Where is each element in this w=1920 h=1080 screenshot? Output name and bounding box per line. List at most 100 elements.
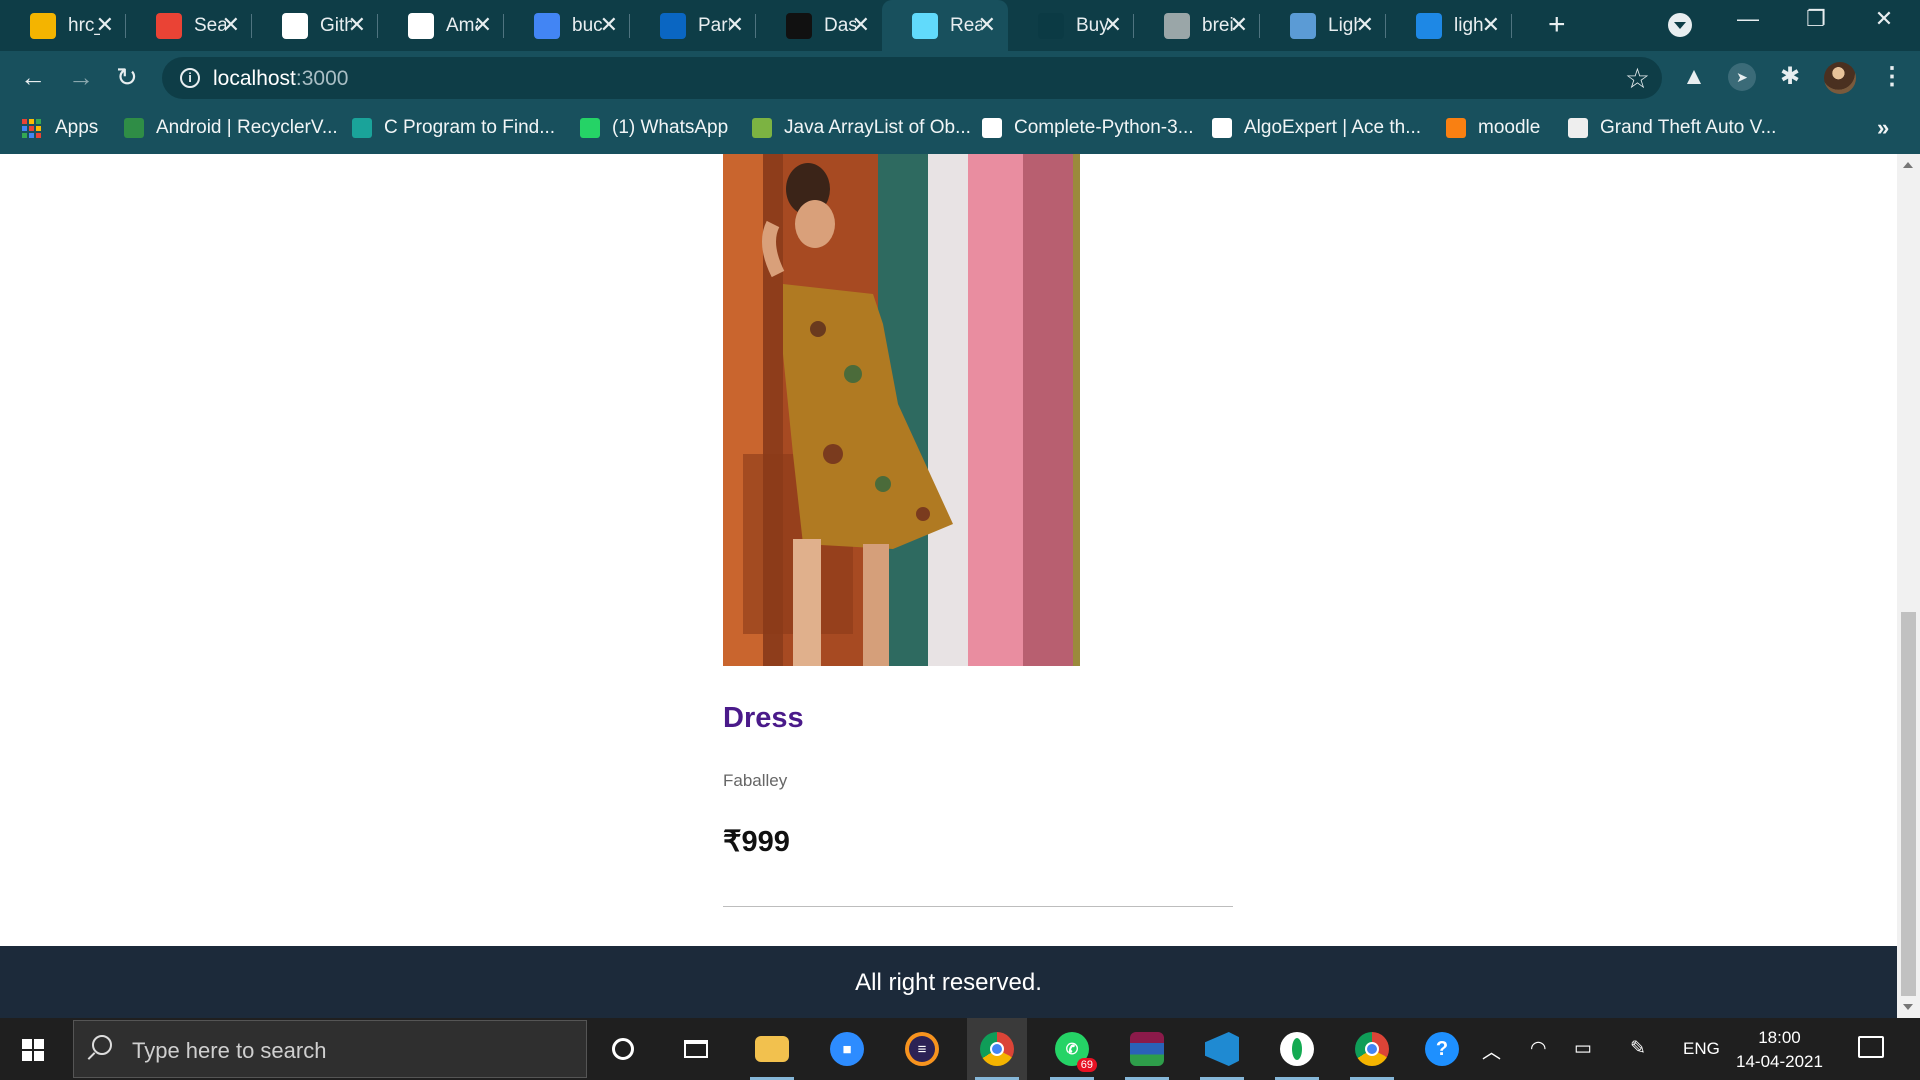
geeks-icon (124, 118, 144, 138)
bookmark-item[interactable]: Java ArrayList of Ob... (752, 117, 971, 139)
battery-icon[interactable]: ▭ (1574, 1037, 1592, 1060)
chrome-taskbar-icon[interactable] (967, 1018, 1027, 1080)
bookmark-item[interactable]: Apps (22, 117, 98, 139)
product-price: ₹999 (723, 826, 790, 858)
site-icon (352, 118, 372, 138)
extension-cursor-icon[interactable]: ➤ (1728, 63, 1756, 91)
bookmark-star-icon[interactable]: ☆ (1625, 62, 1650, 95)
browser-tab[interactable]: Sear✕ (126, 0, 252, 51)
close-tab-icon[interactable]: ✕ (222, 13, 240, 37)
bookmark-item[interactable]: AlgoExpert | Ace th... (1212, 117, 1421, 139)
close-window-button[interactable]: ✕ (1864, 6, 1904, 32)
bookmark-label: Grand Theft Auto V... (1600, 117, 1777, 138)
notification-center-icon[interactable] (1858, 1036, 1884, 1058)
search-placeholder: Type here to search (132, 1038, 327, 1063)
close-tab-icon[interactable]: ✕ (852, 13, 870, 37)
whatsapp-icon (580, 118, 600, 138)
gmail-icon (156, 12, 182, 39)
browser-tab[interactable]: Buy ✕ (1008, 0, 1134, 51)
url-text[interactable]: localhost:3000 (213, 67, 348, 91)
language-indicator[interactable]: ENG (1683, 1039, 1720, 1059)
browser-tab[interactable]: Rea ✕ (882, 0, 1008, 51)
mongodb-compass-icon[interactable] (1267, 1018, 1327, 1080)
apps-grid-icon (22, 118, 41, 138)
close-tab-icon[interactable]: ✕ (1230, 13, 1248, 37)
browser-tab[interactable]: Ama✕ (378, 0, 504, 51)
browser-tab[interactable]: hrc_✕ (0, 0, 126, 51)
extensions-puzzle-icon[interactable]: ✱ (1776, 63, 1804, 91)
task-view-icon[interactable] (666, 1018, 726, 1080)
close-tab-icon[interactable]: ✕ (726, 13, 744, 37)
close-tab-icon[interactable]: ✕ (96, 13, 114, 37)
site-info-icon[interactable]: i (180, 68, 200, 88)
chrome-profile-taskbar-icon[interactable] (1342, 1018, 1402, 1080)
clock-time: 18:00 (1758, 1028, 1801, 1047)
taskbar-search-box[interactable]: Type here to search (73, 1020, 587, 1078)
help-icon[interactable]: ? (1412, 1018, 1472, 1080)
forward-button[interactable]: → (68, 62, 94, 92)
scroll-down-arrow-icon[interactable] (1903, 1004, 1913, 1010)
vscode-icon[interactable] (1192, 1018, 1252, 1080)
windows-start-icon[interactable] (22, 1039, 44, 1061)
close-tab-icon[interactable]: ✕ (1482, 13, 1500, 37)
product-image[interactable] (723, 154, 1080, 666)
reload-button[interactable]: ↻ (116, 62, 138, 92)
bookmark-label: moodle (1478, 117, 1541, 138)
close-tab-icon[interactable]: ✕ (978, 13, 996, 37)
moodle-icon (1446, 118, 1466, 138)
bookmark-label: AlgoExpert | Ace th... (1244, 117, 1422, 138)
search-icon (92, 1035, 112, 1055)
close-tab-icon[interactable]: ✕ (474, 13, 492, 37)
pen-icon[interactable]: ✎ (1630, 1037, 1646, 1060)
show-hidden-icons-chevron-icon[interactable]: ︿ (1482, 1037, 1501, 1064)
browser-tab[interactable]: Das ✕ (756, 0, 882, 51)
bookmark-item[interactable]: C Program to Find... (352, 117, 555, 139)
tab-search-icon[interactable] (1668, 13, 1692, 37)
bookmark-label: C Program to Find... (384, 117, 556, 138)
bookmark-label: Apps (55, 117, 99, 138)
browser-tab[interactable]: Parı ✕ (630, 0, 756, 51)
github-icon (282, 12, 308, 39)
file-explorer-icon[interactable] (742, 1018, 802, 1080)
bookmark-item[interactable]: (1) WhatsApp (580, 117, 728, 139)
extension-mountain-icon[interactable]: ▲ (1680, 63, 1708, 91)
beginnersbook-icon (752, 118, 772, 138)
more-bookmarks-button[interactable]: » (1877, 115, 1889, 141)
browser-tab[interactable]: Gith ✕ (252, 0, 378, 51)
system-clock[interactable]: 18:00 14-04-2021 (1736, 1026, 1823, 1074)
browser-toolbar: ← → ↻ i localhost:3000 ☆ ▲ ➤ ✱ ⋮ (0, 51, 1920, 104)
address-bar[interactable]: i localhost:3000 ☆ (162, 57, 1662, 99)
scroll-up-arrow-icon[interactable] (1903, 162, 1913, 168)
wifi-icon[interactable]: ◠ (1530, 1037, 1547, 1060)
bookmark-item[interactable]: moodle (1446, 117, 1540, 139)
close-tab-icon[interactable]: ✕ (1104, 13, 1122, 37)
browser-tab[interactable]: ligh ✕ (1386, 0, 1512, 51)
product-name[interactable]: Dress (723, 702, 804, 735)
profile-avatar[interactable] (1824, 62, 1856, 94)
browser-tab[interactable]: buc ✕ (504, 0, 630, 51)
eclipse-icon[interactable]: ≡ (892, 1018, 952, 1080)
product-brand: Faballey (723, 771, 788, 790)
close-tab-icon[interactable]: ✕ (600, 13, 618, 37)
close-tab-icon[interactable]: ✕ (1356, 13, 1374, 37)
winrar-icon[interactable] (1117, 1018, 1177, 1080)
whatsapp-taskbar-icon[interactable]: ✆ 69 (1042, 1018, 1102, 1080)
divider (723, 906, 1233, 907)
bookmark-item[interactable]: Complete-Python-3... (982, 117, 1194, 139)
scrollbar-thumb[interactable] (1901, 612, 1916, 996)
bookmark-item[interactable]: Grand Theft Auto V... (1568, 117, 1776, 139)
browser-menu-icon[interactable]: ⋮ (1880, 63, 1904, 91)
cortana-icon[interactable] (593, 1018, 653, 1080)
minimize-button[interactable]: — (1728, 6, 1768, 32)
zoom-icon[interactable]: ■ (817, 1018, 877, 1080)
close-tab-icon[interactable]: ✕ (348, 13, 366, 37)
page-viewport: Dress Faballey ₹999 All right reserved. (0, 154, 1897, 1018)
back-button[interactable]: ← (20, 62, 46, 92)
whatsapp-badge: 69 (1076, 1058, 1097, 1072)
restore-button[interactable]: ❐ (1796, 6, 1836, 32)
browser-tab[interactable]: Ligh ✕ (1260, 0, 1386, 51)
page-scrollbar[interactable] (1897, 154, 1920, 1018)
bookmark-item[interactable]: Android | RecyclerV... (124, 117, 338, 139)
browser-tab[interactable]: brei ✕ (1134, 0, 1260, 51)
new-tab-button[interactable]: + (1548, 9, 1566, 41)
